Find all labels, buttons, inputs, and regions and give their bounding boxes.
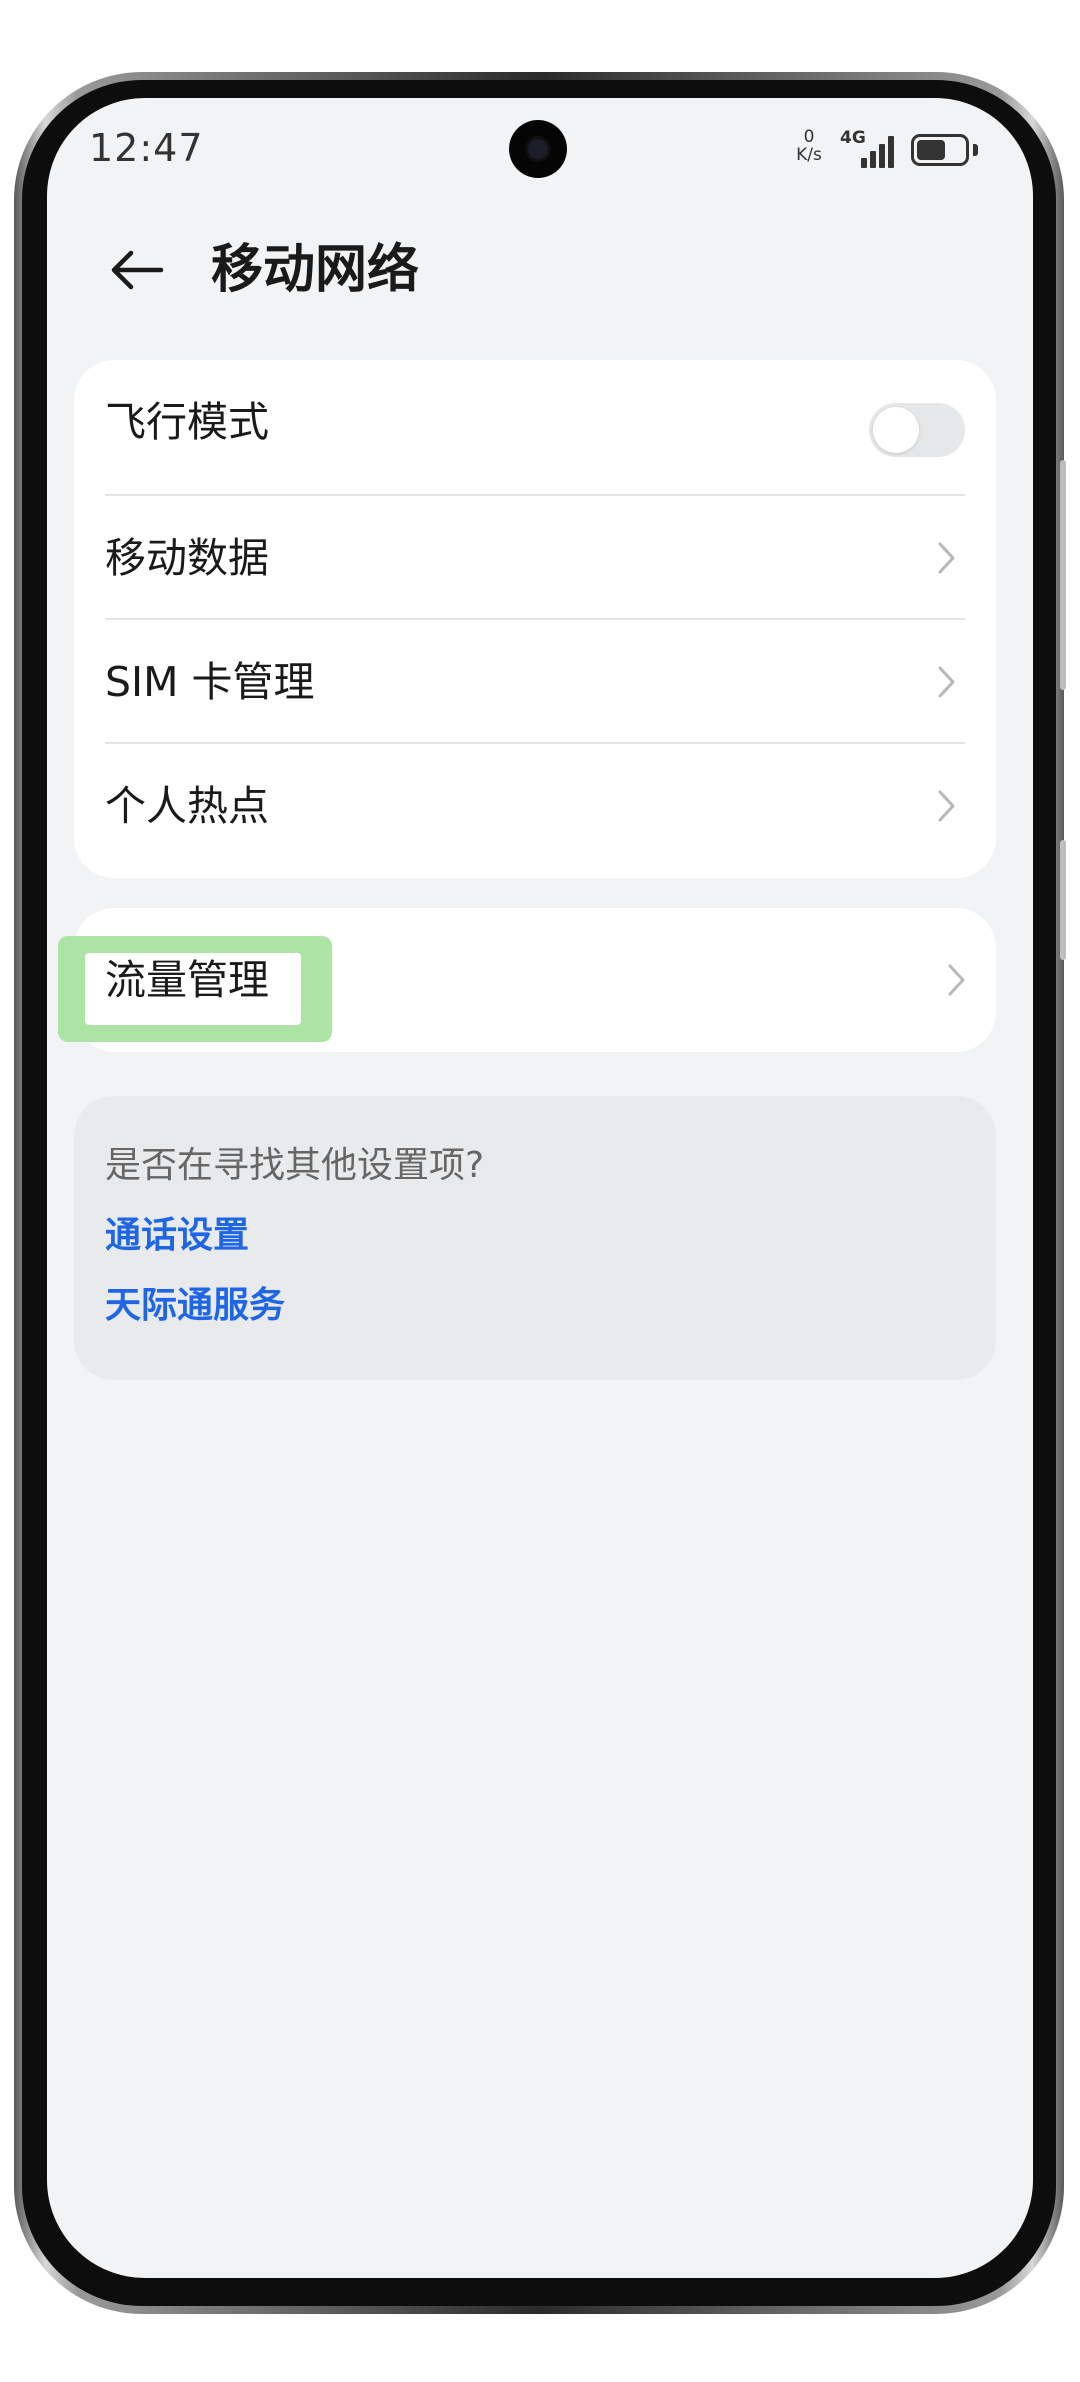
data-usage-label: 流量管理: [105, 956, 269, 1004]
skytone-service-link[interactable]: 天际通服务: [105, 1276, 285, 1328]
personal-hotspot-row[interactable]: 个人热点: [105, 744, 965, 868]
suggestions-question: 是否在寻找其他设置项?: [105, 1145, 485, 1186]
front-camera: [509, 120, 567, 178]
battery-icon: [911, 134, 969, 166]
suggestions-card: 是否在寻找其他设置项? 通话设置 天际通服务: [74, 1096, 996, 1380]
mobile-data-row[interactable]: 移动数据: [105, 496, 965, 620]
chevron-right-icon: [938, 666, 955, 698]
page-title: 移动网络: [211, 240, 420, 300]
personal-hotspot-label: 个人热点: [105, 782, 269, 830]
power-button: [1060, 840, 1066, 960]
status-time: 12:47: [89, 126, 204, 170]
volume-button: [1060, 460, 1066, 690]
airplane-mode-toggle[interactable]: [869, 403, 965, 457]
back-button[interactable]: [105, 238, 169, 302]
chevron-right-icon: [938, 790, 955, 822]
screen: 12:47 0 K/s 4G 移动网络 飞行模式 移动数据 SIM 卡管理 个人…: [47, 98, 1033, 2278]
network-speed-value: 0: [803, 127, 815, 147]
chevron-right-icon: [948, 964, 965, 996]
call-settings-link[interactable]: 通话设置: [105, 1206, 249, 1258]
arrow-left-icon: [111, 250, 164, 290]
battery-tip: [973, 144, 978, 156]
data-usage-row[interactable]: 流量管理: [105, 918, 975, 1042]
airplane-mode-row[interactable]: 飞行模式: [105, 360, 965, 484]
network-speed-unit: K/s: [796, 145, 822, 165]
battery-level-fill: [917, 140, 945, 160]
toggle-knob: [873, 407, 919, 453]
sim-management-row[interactable]: SIM 卡管理: [105, 620, 965, 744]
settings-group-network: 飞行模式 移动数据 SIM 卡管理 个人热点: [74, 360, 996, 878]
mobile-data-label: 移动数据: [105, 534, 269, 582]
sim-management-label: SIM 卡管理: [105, 658, 315, 706]
airplane-mode-label: 飞行模式: [105, 398, 269, 446]
chevron-right-icon: [938, 542, 955, 574]
network-speed: 0 K/s: [789, 128, 829, 164]
signal-icon: [861, 134, 901, 168]
